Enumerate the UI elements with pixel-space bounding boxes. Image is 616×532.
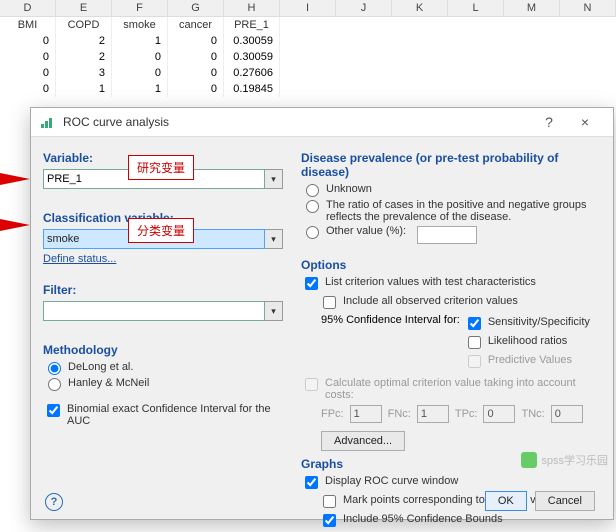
tnc-input bbox=[551, 405, 583, 423]
check-calc-optimal: Calculate optimal criterion value taking… bbox=[301, 377, 601, 401]
col-header[interactable]: E bbox=[56, 0, 112, 17]
dialog-title: ROC curve analysis bbox=[63, 115, 531, 129]
cancel-button[interactable]: Cancel bbox=[535, 491, 595, 511]
column-headers: DEFGHIJKLMN bbox=[0, 0, 616, 17]
cell[interactable]: 0 bbox=[0, 33, 56, 49]
cell[interactable]: 0 bbox=[168, 65, 224, 81]
filter-label: Filter: bbox=[43, 283, 283, 297]
cell[interactable]: 0.30059 bbox=[224, 33, 280, 49]
radio-hanley[interactable]: Hanley & McNeil bbox=[43, 377, 283, 391]
help-icon[interactable]: ? bbox=[45, 493, 63, 511]
cell[interactable]: 0 bbox=[168, 81, 224, 97]
cell[interactable]: 0 bbox=[112, 65, 168, 81]
table-row: 02100.30059 bbox=[0, 33, 616, 49]
cell[interactable]: 2 bbox=[56, 49, 112, 65]
check-predictive: Predictive Values bbox=[464, 354, 601, 371]
radio-unknown[interactable]: Unknown bbox=[301, 183, 601, 197]
radio-other[interactable]: Other value (%): bbox=[301, 225, 601, 244]
cell[interactable]: 1 bbox=[56, 81, 112, 97]
cell[interactable]: 0 bbox=[168, 33, 224, 49]
cell[interactable]: 1 bbox=[112, 33, 168, 49]
filter-input[interactable] bbox=[43, 301, 265, 321]
field-header: PRE_1 bbox=[224, 17, 280, 33]
col-header[interactable]: L bbox=[448, 0, 504, 17]
watermark: spss学习乐园 bbox=[521, 452, 608, 468]
app-icon bbox=[41, 116, 55, 128]
col-header[interactable]: M bbox=[504, 0, 560, 17]
check-sens-spec[interactable]: Sensitivity/Specificity bbox=[464, 316, 601, 333]
titlebar: ROC curve analysis ? × bbox=[31, 108, 613, 137]
cell[interactable]: 0 bbox=[168, 49, 224, 65]
col-header[interactable]: G bbox=[168, 0, 224, 17]
field-header: BMI bbox=[0, 17, 56, 33]
options-label: Options bbox=[301, 258, 601, 272]
variable-drop-icon[interactable]: ▾ bbox=[265, 169, 283, 189]
methodology-label: Methodology bbox=[43, 343, 283, 357]
tpc-input bbox=[483, 405, 515, 423]
other-value-input[interactable] bbox=[417, 226, 477, 244]
callout-classification: 分类变量 bbox=[128, 218, 194, 243]
ok-button[interactable]: OK bbox=[485, 491, 527, 511]
field-header: cancer bbox=[168, 17, 224, 33]
data-rows: 02100.3005902000.3005903000.2760601100.1… bbox=[0, 33, 616, 97]
cell[interactable]: 3 bbox=[56, 65, 112, 81]
spreadsheet: DEFGHIJKLMN BMICOPDsmokecancerPRE_1 0210… bbox=[0, 0, 616, 97]
col-header[interactable]: H bbox=[224, 0, 280, 17]
cost-row: FPc: FNc: TPc: TNc: bbox=[321, 405, 601, 423]
check-likelihood[interactable]: Likelihood ratios bbox=[464, 335, 601, 352]
col-header[interactable]: F bbox=[112, 0, 168, 17]
fpc-input bbox=[350, 405, 382, 423]
cell[interactable]: 0.30059 bbox=[224, 49, 280, 65]
watermark-icon bbox=[521, 452, 537, 468]
define-status-link[interactable]: Define status... bbox=[43, 253, 116, 265]
filter-drop-icon[interactable]: ▾ bbox=[265, 301, 283, 321]
table-row: 02000.30059 bbox=[0, 49, 616, 65]
ci-label: 95% Confidence Interval for: bbox=[321, 314, 460, 326]
cell[interactable]: 0 bbox=[0, 65, 56, 81]
fnc-input bbox=[417, 405, 449, 423]
field-header: COPD bbox=[56, 17, 112, 33]
arrow-variable bbox=[0, 173, 30, 185]
col-header[interactable]: K bbox=[392, 0, 448, 17]
col-header[interactable]: J bbox=[336, 0, 392, 17]
callout-variable: 研究变量 bbox=[128, 155, 194, 180]
cell[interactable]: 0 bbox=[0, 81, 56, 97]
cell[interactable]: 0.27606 bbox=[224, 65, 280, 81]
help-title-button[interactable]: ? bbox=[531, 114, 567, 130]
col-header[interactable]: I bbox=[280, 0, 336, 17]
check-binomial[interactable]: Binomial exact Confidence Interval for t… bbox=[43, 403, 283, 427]
check-include-95[interactable]: Include 95% Confidence Bounds bbox=[319, 513, 601, 530]
close-button[interactable]: × bbox=[567, 114, 603, 130]
arrow-classification bbox=[0, 219, 30, 231]
col-header[interactable]: D bbox=[0, 0, 56, 17]
advanced-button[interactable]: Advanced... bbox=[321, 431, 405, 451]
classification-drop-icon[interactable]: ▾ bbox=[265, 229, 283, 249]
field-header: smoke bbox=[112, 17, 168, 33]
col-header[interactable]: N bbox=[560, 0, 616, 17]
check-list-criterion[interactable]: List criterion values with test characte… bbox=[301, 276, 601, 293]
cell[interactable]: 0.19845 bbox=[224, 81, 280, 97]
table-row: 03000.27606 bbox=[0, 65, 616, 81]
header-row: BMICOPDsmokecancerPRE_1 bbox=[0, 17, 616, 33]
radio-ratio[interactable]: The ratio of cases in the positive and n… bbox=[301, 199, 601, 223]
check-display-roc[interactable]: Display ROC curve window bbox=[301, 475, 601, 492]
prevalence-label: Disease prevalence (or pre-test probabil… bbox=[301, 151, 601, 179]
table-row: 01100.19845 bbox=[0, 81, 616, 97]
radio-delong[interactable]: DeLong et al. bbox=[43, 361, 283, 375]
cell[interactable]: 2 bbox=[56, 33, 112, 49]
cell[interactable]: 0 bbox=[112, 49, 168, 65]
cell[interactable]: 0 bbox=[0, 49, 56, 65]
cell[interactable]: 1 bbox=[112, 81, 168, 97]
check-include-all[interactable]: Include all observed criterion values bbox=[319, 295, 601, 312]
